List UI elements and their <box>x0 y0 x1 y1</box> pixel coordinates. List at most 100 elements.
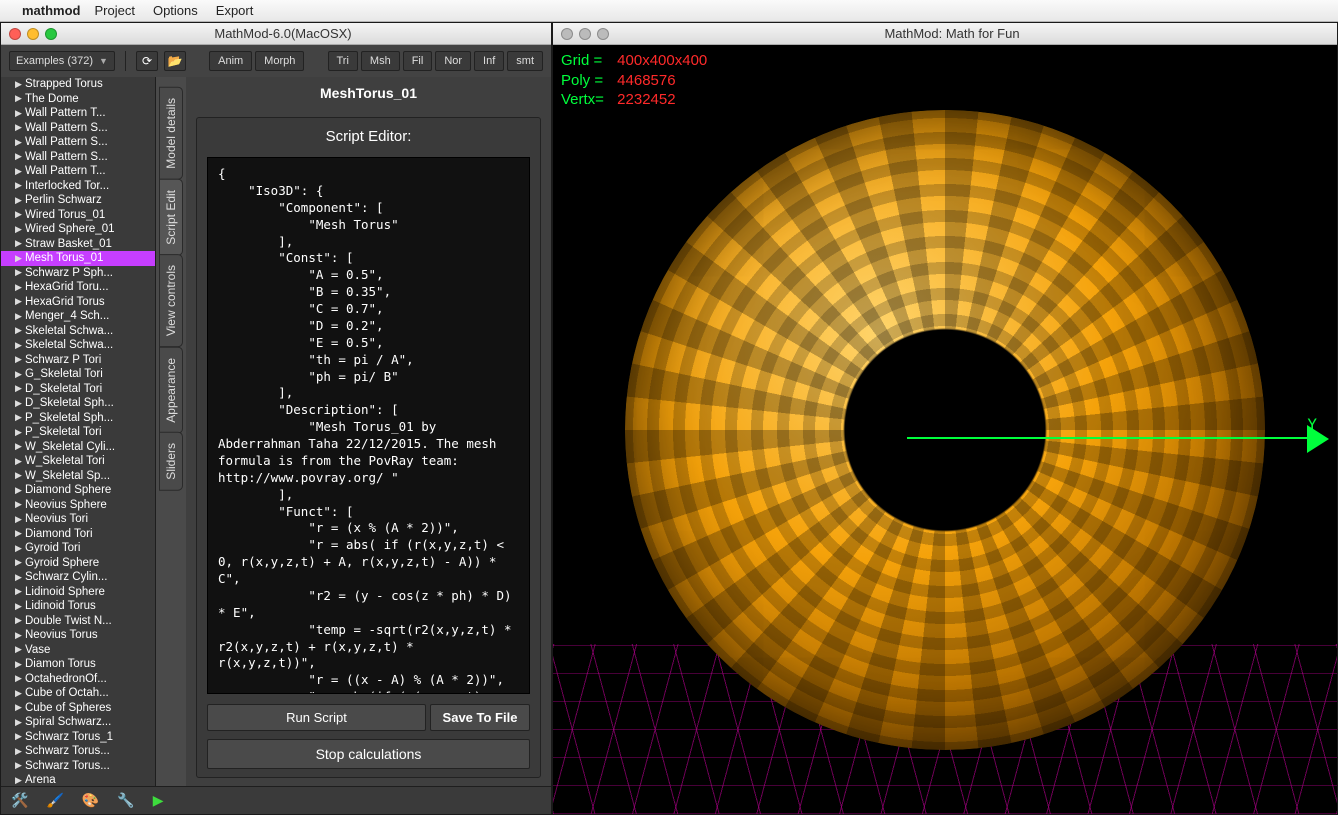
tree-item-label: Schwarz P Sph... <box>25 267 113 279</box>
tree-item[interactable]: ▶Straw Basket_01 <box>1 237 155 252</box>
play-icon[interactable]: ▶ <box>153 792 164 809</box>
tab-appearance[interactable]: Appearance <box>159 347 183 434</box>
examples-combo[interactable]: Examples (372) ▼ <box>9 51 115 71</box>
close-icon[interactable] <box>9 28 21 40</box>
refresh-icon[interactable]: ⟳ <box>136 51 158 71</box>
tree-item[interactable]: ▶Wired Sphere_01 <box>1 222 155 237</box>
tree-item-label: Schwarz Torus... <box>25 745 110 757</box>
tree-item[interactable]: ▶Wired Torus_01 <box>1 208 155 223</box>
tree-item[interactable]: ▶Schwarz P Sph... <box>1 266 155 281</box>
tree-item[interactable]: ▶Mesh Torus_01 <box>1 251 155 266</box>
nor-button[interactable]: Nor <box>435 51 471 71</box>
tree-item[interactable]: ▶Wall Pattern T... <box>1 106 155 121</box>
tab-script-edit[interactable]: Script Edit <box>159 179 183 256</box>
triangle-right-icon: ▶ <box>15 325 25 336</box>
tree-item[interactable]: ▶P_Skeletal Tori <box>1 425 155 440</box>
tree-item[interactable]: ▶HexaGrid Torus <box>1 295 155 310</box>
tree-item[interactable]: ▶Lidinoid Torus <box>1 599 155 614</box>
tree-item[interactable]: ▶Perlin Schwarz <box>1 193 155 208</box>
menu-export[interactable]: Export <box>216 3 254 18</box>
tree-item[interactable]: ▶Diamond Sphere <box>1 483 155 498</box>
tree-item[interactable]: ▶W_Skeletal Tori <box>1 454 155 469</box>
tree-item[interactable]: ▶The Dome <box>1 92 155 107</box>
smt-button[interactable]: smt <box>507 51 543 71</box>
tab-view-controls[interactable]: View controls <box>159 254 183 347</box>
triangle-right-icon: ▶ <box>15 427 25 438</box>
tree-item[interactable]: ▶Neovius Sphere <box>1 498 155 513</box>
triangle-right-icon: ▶ <box>15 644 25 655</box>
tree-item[interactable]: ▶Arena <box>1 773 155 786</box>
tree-item[interactable]: ▶Spiral Schwarz... <box>1 715 155 730</box>
app-name[interactable]: mathmod <box>22 3 81 18</box>
tree-item[interactable]: ▶Schwarz Cylin... <box>1 570 155 585</box>
fil-button[interactable]: Fil <box>403 51 433 71</box>
triangle-right-icon: ▶ <box>15 485 25 496</box>
tree-item[interactable]: ▶Neovius Torus <box>1 628 155 643</box>
triangle-right-icon: ▶ <box>15 412 25 423</box>
tree-item[interactable]: ▶Wall Pattern S... <box>1 135 155 150</box>
msh-button[interactable]: Msh <box>361 51 400 71</box>
anim-button[interactable]: Anim <box>209 51 252 71</box>
tree-item[interactable]: ▶W_Skeletal Cyli... <box>1 440 155 455</box>
tree-item[interactable]: ▶Gyroid Sphere <box>1 556 155 571</box>
script-textarea[interactable]: { "Iso3D": { "Component": [ "Mesh Torus"… <box>207 157 530 694</box>
tree-item-label: Cube of Octah... <box>25 687 109 699</box>
tree-item[interactable]: ▶Wall Pattern T... <box>1 164 155 179</box>
tree-item[interactable]: ▶D_Skeletal Tori <box>1 382 155 397</box>
morph-button[interactable]: Morph <box>255 51 304 71</box>
save-to-file-button[interactable]: Save To File <box>430 704 530 731</box>
menu-options[interactable]: Options <box>153 3 198 18</box>
stop-calculations-button[interactable]: Stop calculations <box>207 739 530 769</box>
brush-icon[interactable]: 🖌️ <box>46 792 63 809</box>
triangle-right-icon: ▶ <box>15 93 25 104</box>
tree-item[interactable]: ▶Lidinoid Sphere <box>1 585 155 600</box>
run-script-button[interactable]: Run Script <box>207 704 426 731</box>
close-icon[interactable] <box>561 28 573 40</box>
triangle-right-icon: ▶ <box>15 195 25 206</box>
tree-item[interactable]: ▶Interlocked Tor... <box>1 179 155 194</box>
examples-tree[interactable]: ▶Strapped Torus▶The Dome▶Wall Pattern T.… <box>1 77 156 786</box>
palette-icon[interactable]: 🎨 <box>82 792 99 809</box>
titlebar-right: MathMod: Math for Fun <box>553 23 1337 45</box>
tree-item[interactable]: ▶Neovius Tori <box>1 512 155 527</box>
tree-item[interactable]: ▶Schwarz Torus... <box>1 744 155 759</box>
tri-button[interactable]: Tri <box>328 51 358 71</box>
tree-item-label: Wall Pattern S... <box>25 136 108 148</box>
tree-item[interactable]: ▶Skeletal Schwa... <box>1 338 155 353</box>
triangle-right-icon: ▶ <box>15 731 25 742</box>
tree-item[interactable]: ▶Menger_4 Sch... <box>1 309 155 324</box>
tree-item[interactable]: ▶P_Skeletal Sph... <box>1 411 155 426</box>
tree-item-label: Lidinoid Sphere <box>25 586 105 598</box>
tree-item[interactable]: ▶OctahedronOf... <box>1 672 155 687</box>
tree-item[interactable]: ▶Wall Pattern S... <box>1 150 155 165</box>
triangle-right-icon: ▶ <box>15 615 25 626</box>
tree-item[interactable]: ▶Double Twist N... <box>1 614 155 629</box>
tree-item[interactable]: ▶Diamond Tori <box>1 527 155 542</box>
menu-project[interactable]: Project <box>95 3 135 18</box>
script-editor-area: MeshTorus_01 Script Editor: { "Iso3D": {… <box>186 77 551 786</box>
tab-model-details[interactable]: Model details <box>159 87 183 180</box>
tree-item[interactable]: ▶Vase <box>1 643 155 658</box>
tree-item[interactable]: ▶Cube of Spheres <box>1 701 155 716</box>
tree-item[interactable]: ▶Cube of Octah... <box>1 686 155 701</box>
tree-item[interactable]: ▶Gyroid Tori <box>1 541 155 556</box>
tree-item[interactable]: ▶Strapped Torus <box>1 77 155 92</box>
tree-item[interactable]: ▶Schwarz P Tori <box>1 353 155 368</box>
tree-item[interactable]: ▶W_Skeletal Sp... <box>1 469 155 484</box>
tree-item[interactable]: ▶Diamon Torus <box>1 657 155 672</box>
tree-item[interactable]: ▶Skeletal Schwa... <box>1 324 155 339</box>
viewport[interactable]: Grid = 400x400x400 Poly = 4468576 Vertx=… <box>553 45 1337 814</box>
viewport-window: MathMod: Math for Fun Grid = 400x400x400… <box>552 22 1338 815</box>
tree-item[interactable]: ▶D_Skeletal Sph... <box>1 396 155 411</box>
folder-open-icon[interactable]: 📂 <box>164 51 186 71</box>
hammer-icon[interactable]: 🛠️ <box>11 792 28 809</box>
wrench-icon[interactable]: 🔧 <box>117 792 134 809</box>
tree-item[interactable]: ▶Schwarz Torus_1 <box>1 730 155 745</box>
inf-button[interactable]: Inf <box>474 51 504 71</box>
tree-item[interactable]: ▶HexaGrid Toru... <box>1 280 155 295</box>
tree-item[interactable]: ▶G_Skeletal Tori <box>1 367 155 382</box>
tree-item[interactable]: ▶Schwarz Torus... <box>1 759 155 774</box>
tree-item[interactable]: ▶Wall Pattern S... <box>1 121 155 136</box>
tab-sliders[interactable]: Sliders <box>159 432 183 491</box>
tree-item-label: W_Skeletal Tori <box>25 455 105 467</box>
